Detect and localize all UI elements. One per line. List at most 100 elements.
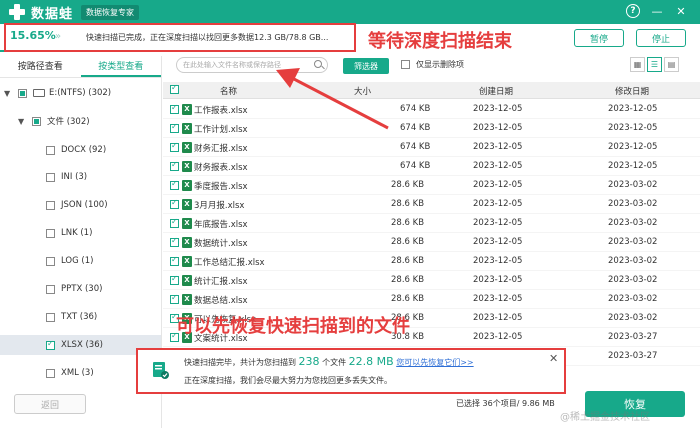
column-header-created[interactable]: 创建日期 (479, 85, 513, 97)
column-header-size[interactable]: 大小 (354, 85, 371, 97)
table-row[interactable]: X财务报表.xlsx 674 KB 2023-12-05 2023-12-05 (163, 157, 700, 176)
tree-item-ini[interactable]: INI (3) (46, 168, 87, 186)
table-row[interactable]: X数据总结.xlsx 28.6 KB 2023-12-05 2023-03-02 (163, 290, 700, 309)
table-row[interactable]: X工作报表.xlsx 674 KB 2023-12-05 2023-12-05 (163, 100, 700, 119)
file-size: 674 KB (400, 104, 431, 114)
help-icon[interactable]: ? (626, 4, 640, 18)
file-name: 年底报告.xlsx (194, 220, 248, 230)
file-size: 28.6 KB (391, 294, 425, 304)
select-all-checkbox[interactable] (170, 83, 179, 94)
file-created-date: 2023-12-05 (473, 161, 523, 171)
excel-file-icon: X (182, 275, 192, 286)
column-header-modified[interactable]: 修改日期 (615, 85, 649, 97)
table-row[interactable]: X年底报告.xlsx 28.6 KB 2023-12-05 2023-03-02 (163, 214, 700, 233)
row-checkbox[interactable] (170, 255, 179, 266)
notify-deep-scan-text: 正在深度扫描，我们会尽最大努力为您找回更多丢失文件。 (184, 376, 392, 385)
row-checkbox[interactable] (170, 103, 179, 114)
tree-item-docx[interactable]: DOCX (92) (46, 141, 106, 159)
notification-close-icon[interactable]: ✕ (549, 352, 558, 365)
recover-now-link[interactable]: 您可以先恢复它们>> (396, 358, 473, 367)
tree-item-lnk[interactable]: LNK (1) (46, 224, 92, 242)
file-modified-date: 2023-12-05 (608, 161, 658, 171)
search-icon[interactable] (314, 60, 322, 68)
column-header-name[interactable]: 名称 (220, 85, 237, 97)
tree-checkbox[interactable] (46, 172, 55, 182)
file-modified-date: 2023-03-02 (608, 180, 658, 190)
table-row[interactable]: X统计汇报.xlsx 28.6 KB 2023-12-05 2023-03-02 (163, 271, 700, 290)
tree-item-drive[interactable]: ▼ E:(NTFS) (302) (4, 84, 111, 102)
tree-item-pptx[interactable]: PPTX (30) (46, 280, 102, 298)
back-button[interactable]: 返回 (14, 394, 86, 414)
stop-button[interactable]: 停止 (636, 29, 686, 47)
tree-checkbox[interactable] (32, 116, 41, 126)
file-name: 季度报告.xlsx (194, 182, 248, 192)
tree-item-log[interactable]: LOG (1) (46, 252, 93, 270)
table-row[interactable]: X工作总结汇报.xlsx 28.6 KB 2023-12-05 2023-03-02 (163, 252, 700, 271)
tree-checkbox[interactable] (46, 312, 55, 322)
tree-checkbox[interactable] (46, 339, 55, 350)
tree-item-json[interactable]: JSON (100) (46, 196, 108, 214)
row-checkbox[interactable] (170, 160, 179, 171)
tree-checkbox[interactable] (46, 284, 55, 294)
tree-item-txt[interactable]: TXT (36) (46, 308, 97, 326)
row-checkbox[interactable] (170, 122, 179, 133)
row-checkbox[interactable] (170, 198, 179, 209)
deleted-only-toggle[interactable]: 仅显示删除项 (401, 59, 464, 70)
file-name: 财务报表.xlsx (194, 163, 248, 173)
tab-by-type[interactable]: 按类型查看 (80, 56, 161, 77)
file-size: 28.6 KB (391, 218, 425, 228)
row-checkbox[interactable] (170, 217, 179, 228)
table-header: 名称 大小 创建日期 修改日期 (163, 82, 700, 99)
tree-checkbox[interactable] (46, 368, 55, 378)
file-name: 数据统计.xlsx (194, 239, 248, 249)
file-created-date: 2023-12-05 (473, 237, 523, 247)
excel-file-icon: X (182, 180, 192, 191)
file-modified-date: 2023-03-02 (608, 313, 658, 323)
search-input[interactable]: 在此处输入文件名称或保存路径 (176, 57, 328, 73)
filter-button[interactable]: 筛选器 (343, 58, 389, 74)
table-row[interactable]: X财务汇报.xlsx 674 KB 2023-12-05 2023-12-05 (163, 138, 700, 157)
tree-item-xml[interactable]: XML (3) (46, 364, 94, 382)
row-checkbox[interactable] (170, 293, 179, 304)
tree-item-folder[interactable]: ▼ 文件 (302) (18, 112, 90, 130)
excel-file-icon: X (182, 294, 192, 305)
detail-view-icon[interactable]: ▤ (664, 57, 679, 72)
excel-file-icon: X (182, 123, 192, 134)
tree-item-label: DOCX (92) (61, 145, 107, 155)
minimize-icon[interactable]: — (650, 4, 664, 18)
table-row[interactable]: X季度报告.xlsx 28.6 KB 2023-12-05 2023-03-02 (163, 176, 700, 195)
tree-checkbox[interactable] (46, 228, 55, 238)
caret-down-icon[interactable]: ▼ (4, 89, 14, 98)
file-created-date: 2023-12-05 (473, 199, 523, 209)
file-created-date: 2023-12-05 (473, 123, 523, 133)
caret-down-icon[interactable]: ▼ (18, 117, 28, 126)
file-modified-date: 2023-03-27 (608, 351, 658, 361)
file-modified-date: 2023-12-05 (608, 123, 658, 133)
table-row[interactable]: X3月月报.xlsx 28.6 KB 2023-12-05 2023-03-02 (163, 195, 700, 214)
row-checkbox[interactable] (170, 274, 179, 285)
excel-file-icon: X (182, 199, 192, 210)
deleted-only-checkbox[interactable] (401, 60, 410, 69)
table-row[interactable]: X工作计划.xlsx 674 KB 2023-12-05 2023-12-05 (163, 119, 700, 138)
file-size: 674 KB (400, 123, 431, 133)
file-name: 工作计划.xlsx (194, 125, 248, 135)
file-size: 674 KB (400, 161, 431, 171)
file-created-date: 2023-12-05 (473, 256, 523, 266)
tree-checkbox[interactable] (18, 88, 27, 98)
tree-checkbox[interactable] (46, 145, 55, 155)
tree-item-label: JSON (100) (61, 200, 108, 210)
grid-view-icon[interactable]: ▦ (630, 57, 645, 72)
notify-mid: 个文件 (322, 358, 347, 367)
list-view-icon[interactable]: ☰ (647, 57, 662, 72)
tree-checkbox[interactable] (46, 200, 55, 210)
tab-by-path[interactable]: 按路径查看 (0, 56, 81, 77)
file-modified-date: 2023-03-02 (608, 256, 658, 266)
view-switcher: ▦ ☰ ▤ (630, 57, 679, 72)
row-checkbox[interactable] (170, 179, 179, 190)
close-icon[interactable]: ✕ (674, 4, 688, 18)
row-checkbox[interactable] (170, 236, 179, 247)
row-checkbox[interactable] (170, 141, 179, 152)
table-row[interactable]: X数据统计.xlsx 28.6 KB 2023-12-05 2023-03-02 (163, 233, 700, 252)
tree-checkbox[interactable] (46, 256, 55, 266)
pause-button[interactable]: 暂停 (574, 29, 624, 47)
